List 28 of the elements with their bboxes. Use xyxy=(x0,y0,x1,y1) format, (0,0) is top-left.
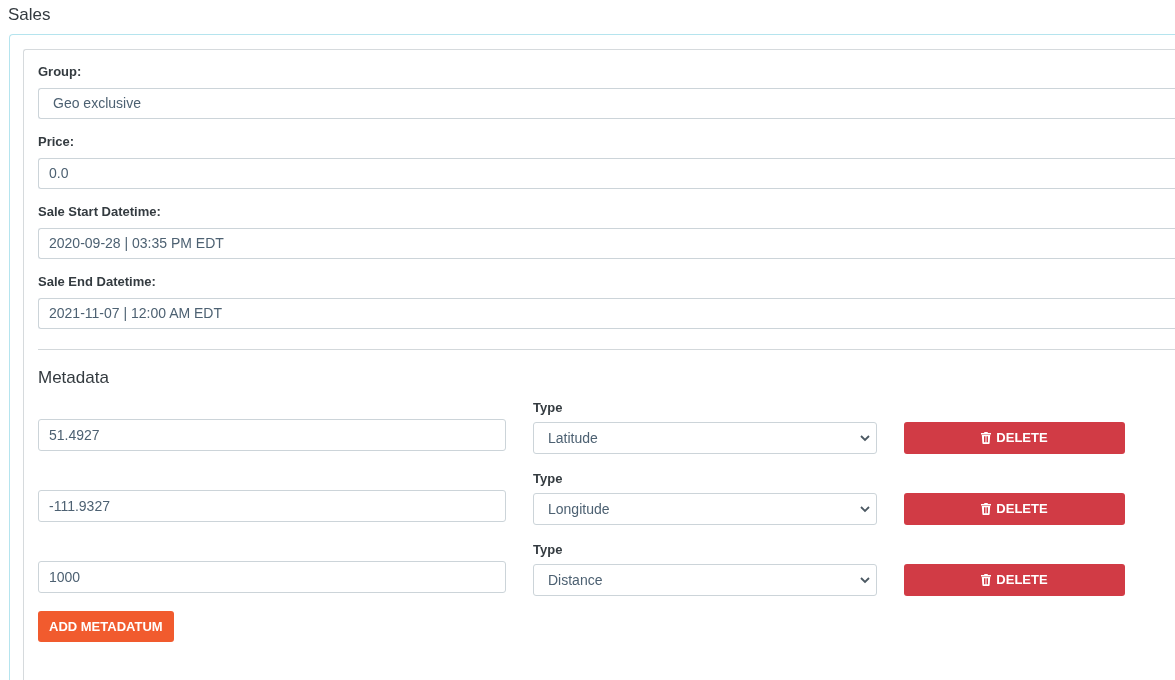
field-label: Sale End Datetime: xyxy=(38,274,156,290)
type-select[interactable]: Latitude xyxy=(533,422,877,454)
metadata-value-input[interactable]: -111.9327 xyxy=(38,490,506,522)
field-label: Sale Start Datetime: xyxy=(38,204,161,220)
trash-icon xyxy=(981,432,992,444)
type-select[interactable]: Distance xyxy=(533,564,877,596)
metadata-value-input[interactable]: 51.4927 xyxy=(38,419,506,451)
type-label: Type xyxy=(533,471,563,487)
field-label: Group: xyxy=(38,64,82,80)
text-input[interactable]: 2021-11-07 | 12:00 AM EDT xyxy=(38,298,1175,329)
text-input[interactable]: 2020-09-28 | 03:35 PM EDT xyxy=(38,228,1175,259)
section-title: Sales xyxy=(8,4,51,26)
chevron-down-icon xyxy=(860,576,870,584)
type-select[interactable]: Longitude xyxy=(533,493,877,525)
text-input[interactable]: 0.0 xyxy=(38,158,1175,189)
delete-button[interactable]: DELETE xyxy=(904,422,1125,454)
type-label: Type xyxy=(533,542,563,558)
trash-icon xyxy=(981,574,992,586)
metadata-value-input[interactable]: 1000 xyxy=(38,561,506,593)
metadata-heading: Metadata xyxy=(38,367,109,389)
delete-button[interactable]: DELETE xyxy=(904,564,1125,596)
field-label: Price: xyxy=(38,134,75,150)
delete-button[interactable]: DELETE xyxy=(904,493,1125,525)
chevron-down-icon xyxy=(860,505,870,513)
trash-icon xyxy=(981,503,992,515)
chevron-down-icon xyxy=(860,434,870,442)
type-label: Type xyxy=(533,400,563,416)
group-select[interactable]: Geo exclusive xyxy=(38,88,1175,119)
